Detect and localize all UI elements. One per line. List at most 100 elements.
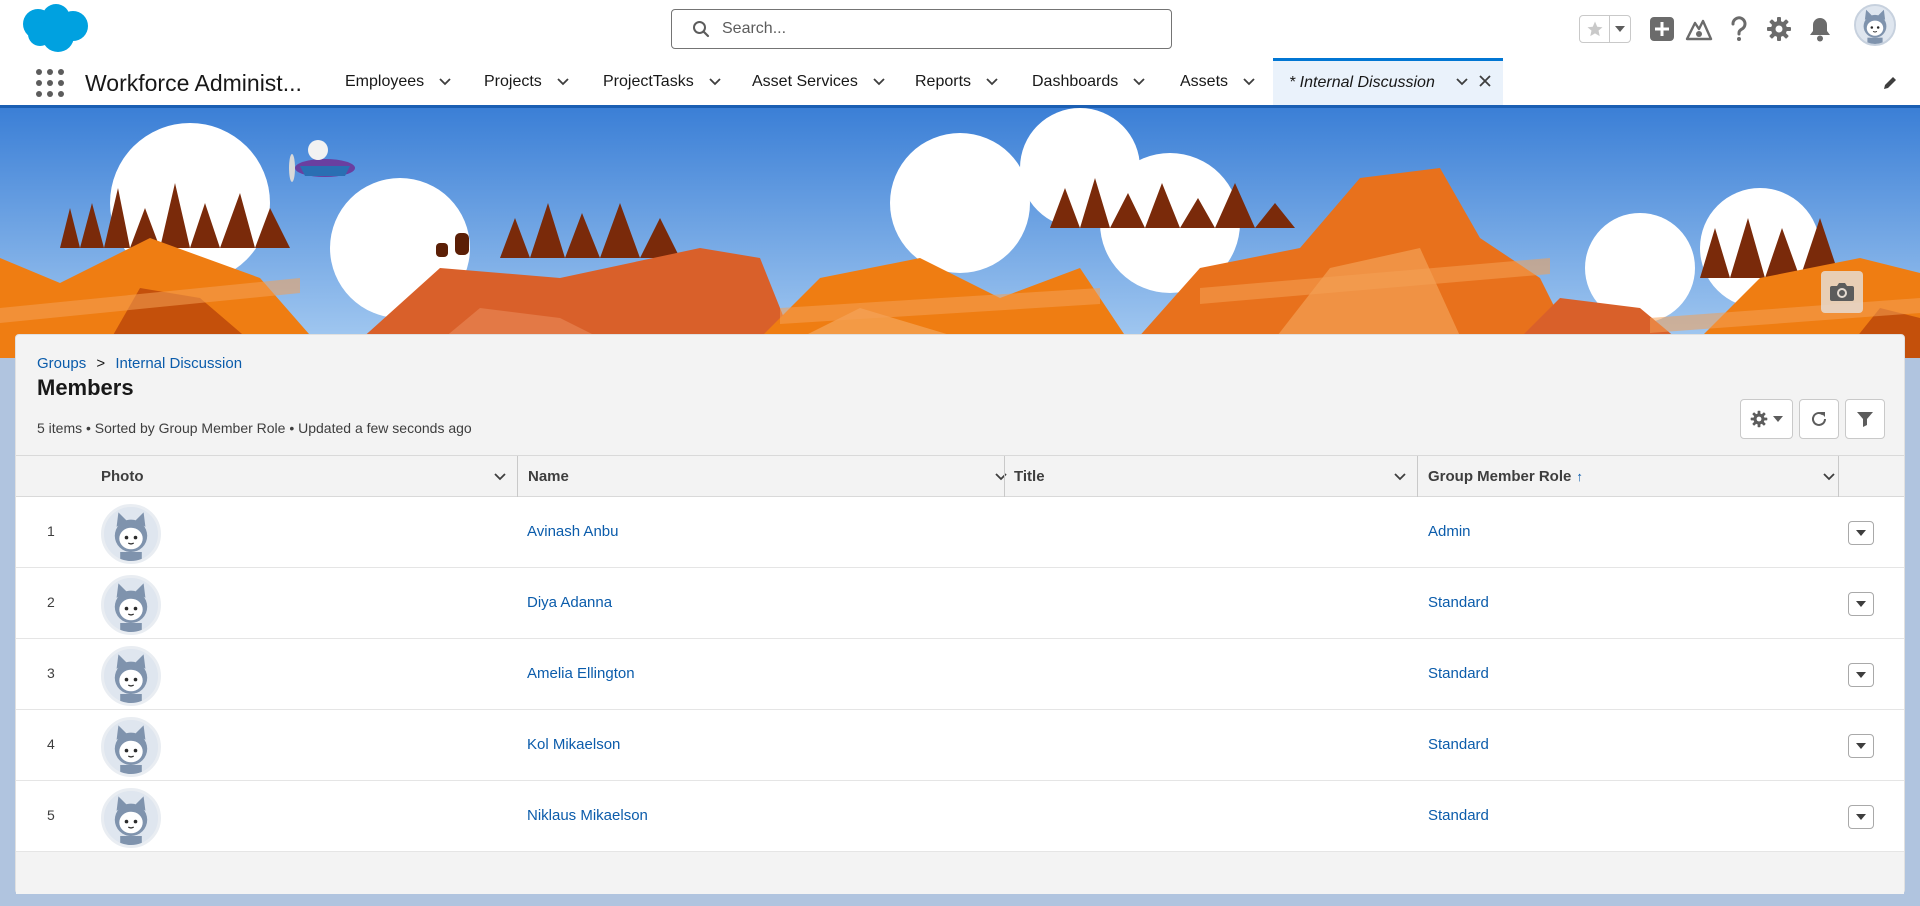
app-navigation-bar: Workforce Administ... Employees Projects…	[0, 58, 1920, 108]
nav-item-label[interactable]: Dashboards	[1032, 73, 1118, 91]
chevron-down-icon[interactable]	[994, 470, 1008, 484]
column-label: Group Member Role	[1428, 468, 1572, 485]
table-header: Photo Name Title Group Member Role ↑	[16, 455, 1904, 497]
member-avatar	[101, 504, 161, 564]
column-header-title[interactable]: Title	[1014, 456, 1419, 497]
chevron-down-icon[interactable]	[438, 75, 452, 89]
nav-item-label[interactable]: ProjectTasks	[603, 73, 694, 91]
breadcrumb-groups-link[interactable]: Groups	[37, 355, 86, 372]
change-banner-photo-button[interactable]	[1821, 271, 1863, 313]
member-name-link[interactable]: Kol Mikaelson	[527, 736, 620, 753]
favorite-star-icon[interactable]	[1580, 16, 1610, 42]
member-role-link[interactable]: Standard	[1428, 665, 1489, 682]
close-tab-icon[interactable]	[1477, 73, 1493, 89]
nav-item-dashboards[interactable]: Dashboards	[1032, 58, 1146, 105]
column-header-photo[interactable]: Photo	[101, 456, 521, 497]
nav-item-label[interactable]: Reports	[915, 73, 971, 91]
breadcrumb-separator: >	[96, 355, 106, 372]
column-header-group-member-role[interactable]: Group Member Role ↑	[1428, 456, 1843, 497]
row-number: 1	[47, 523, 55, 539]
nav-item-label[interactable]: Projects	[484, 73, 542, 91]
app-launcher-waffle-icon[interactable]	[36, 69, 64, 97]
nav-item-projects[interactable]: Projects	[484, 58, 570, 105]
column-header-name[interactable]: Name	[528, 456, 1008, 497]
row-actions-button[interactable]	[1848, 734, 1874, 758]
row-actions-button[interactable]	[1848, 592, 1874, 616]
salesforce-cloud-logo[interactable]	[18, 2, 92, 54]
filter-icon	[1857, 412, 1873, 427]
nav-item-employees[interactable]: Employees	[345, 58, 452, 105]
filter-button[interactable]	[1845, 399, 1885, 439]
trailhead-icon[interactable]	[1684, 14, 1714, 44]
nav-item-label[interactable]: Asset Services	[752, 73, 858, 91]
column-label: Name	[528, 468, 569, 485]
breadcrumb-group-link[interactable]: Internal Discussion	[115, 355, 242, 372]
edit-nav-pencil-icon[interactable]	[1882, 75, 1898, 91]
chevron-down-icon[interactable]	[708, 75, 722, 89]
caret-down-icon	[1773, 416, 1783, 422]
nav-item-assets[interactable]: Assets	[1180, 58, 1256, 105]
nav-item-projecttasks[interactable]: ProjectTasks	[603, 58, 722, 105]
help-icon[interactable]	[1724, 14, 1754, 44]
member-role-link[interactable]: Admin	[1428, 523, 1471, 540]
row-number: 2	[47, 594, 55, 610]
app-name: Workforce Administ...	[85, 70, 302, 96]
global-add-icon[interactable]	[1647, 14, 1677, 44]
chevron-down-icon[interactable]	[493, 470, 507, 484]
nav-item-label[interactable]: Employees	[345, 73, 424, 91]
chevron-down-icon[interactable]	[1132, 75, 1146, 89]
member-avatar	[101, 717, 161, 777]
chevron-down-icon[interactable]	[1242, 75, 1256, 89]
chevron-down-icon[interactable]	[1822, 470, 1836, 484]
row-number: 3	[47, 665, 55, 681]
caret-down-icon	[1856, 814, 1866, 820]
table-row: 3 Amelia Ellington Standard	[16, 639, 1904, 710]
refresh-button[interactable]	[1799, 399, 1839, 439]
member-name-link[interactable]: Avinash Anbu	[527, 523, 618, 540]
caret-down-icon	[1856, 530, 1866, 536]
list-view-info: 5 items • Sorted by Group Member Role • …	[37, 420, 472, 436]
chevron-down-icon[interactable]	[872, 75, 886, 89]
table-row: 4 Kol Mikaelson Standard	[16, 710, 1904, 781]
member-avatar	[101, 788, 161, 848]
chevron-down-icon[interactable]	[556, 75, 570, 89]
chevron-down-icon[interactable]	[1393, 470, 1407, 484]
member-role-link[interactable]: Standard	[1428, 736, 1489, 753]
sort-ascending-icon: ↑	[1576, 469, 1583, 484]
member-name-link[interactable]: Diya Adanna	[527, 594, 612, 611]
caret-down-icon	[1856, 601, 1866, 607]
table-row: 2 Diya Adanna Standard	[16, 568, 1904, 639]
members-table: Photo Name Title Group Member Role ↑ 1 A…	[16, 455, 1904, 894]
search-placeholder: Search...	[722, 20, 787, 37]
nav-item-reports[interactable]: Reports	[915, 58, 999, 105]
table-footer	[16, 852, 1904, 894]
member-role-link[interactable]: Standard	[1428, 594, 1489, 611]
tab-label[interactable]: * Internal Discussion	[1289, 74, 1435, 92]
member-name-link[interactable]: Amelia Ellington	[527, 665, 635, 682]
member-name-link[interactable]: Niklaus Mikaelson	[527, 807, 648, 824]
list-view-controls-button[interactable]	[1740, 399, 1793, 439]
setup-gear-icon[interactable]	[1764, 14, 1794, 44]
row-number: 5	[47, 807, 55, 823]
row-actions-button[interactable]	[1848, 521, 1874, 545]
favorites-caret-down-icon[interactable]	[1610, 16, 1630, 42]
nav-item-asset-services[interactable]: Asset Services	[752, 58, 886, 105]
chevron-down-icon[interactable]	[985, 75, 999, 89]
global-search-input[interactable]: Search...	[671, 9, 1172, 49]
chevron-down-icon[interactable]	[1455, 75, 1469, 89]
row-actions-button[interactable]	[1848, 805, 1874, 829]
column-label: Photo	[101, 468, 144, 485]
caret-down-icon	[1856, 672, 1866, 678]
breadcrumb: Groups > Internal Discussion	[37, 355, 242, 372]
nav-item-label[interactable]: Assets	[1180, 73, 1228, 91]
notifications-bell-icon[interactable]	[1805, 14, 1835, 44]
member-role-link[interactable]: Standard	[1428, 807, 1489, 824]
global-header: Search...	[0, 0, 1920, 58]
column-label: Title	[1014, 468, 1045, 485]
user-avatar[interactable]	[1854, 4, 1896, 46]
page-title: Members	[37, 375, 134, 400]
row-number: 4	[47, 736, 55, 752]
row-actions-button[interactable]	[1848, 663, 1874, 687]
tab-internal-discussion[interactable]: * Internal Discussion	[1273, 58, 1503, 105]
favorites-button-group	[1579, 15, 1631, 43]
